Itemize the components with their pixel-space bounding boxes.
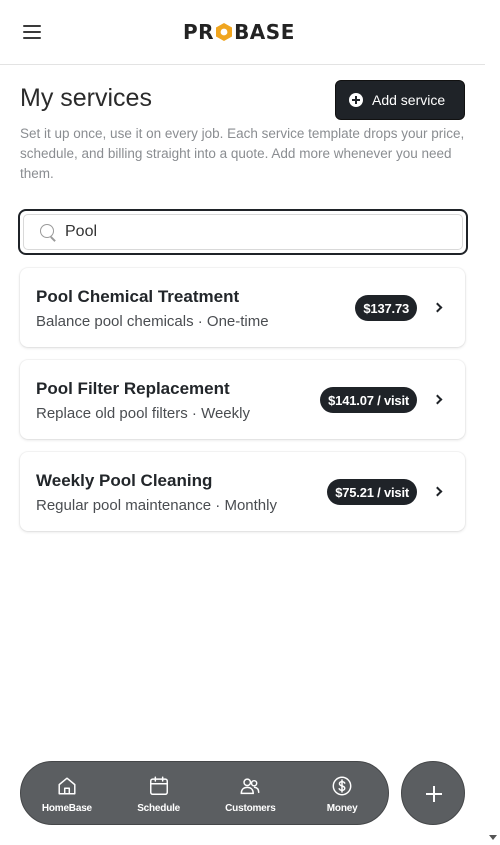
nav-label: HomeBase [41, 803, 92, 814]
add-fab-button[interactable] [401, 761, 465, 825]
service-description: Regular pool maintenance · Monthly [36, 497, 277, 514]
scrollbar[interactable] [485, 0, 500, 845]
home-icon [58, 777, 76, 795]
price-badge: $75.21 / visit [327, 479, 417, 505]
service-name: Weekly Pool Cleaning [36, 471, 213, 490]
service-card[interactable]: Weekly Pool Cleaning Regular pool mainte… [20, 452, 465, 531]
search-input[interactable] [65, 223, 445, 241]
service-name: Pool Filter Replacement [36, 379, 230, 398]
service-name: Pool Chemical Treatment [36, 287, 240, 306]
nav-item-money[interactable]: Money [296, 762, 388, 824]
nav-label: Customers [225, 803, 276, 814]
price-badge: $137.73 [355, 295, 417, 321]
price-badge: $141.07 / visit [320, 387, 417, 413]
add-service-button[interactable]: Add service [335, 80, 465, 120]
dollar-icon [332, 776, 352, 796]
intro-text: Set it up once, use it on every job. Eac… [20, 126, 465, 181]
logo-text-right: BASE [234, 20, 295, 44]
service-card[interactable]: Pool Chemical Treatment Balance pool che… [20, 268, 465, 347]
nav-label: Money [326, 803, 358, 814]
chevron-right-icon [432, 486, 443, 497]
search-box [18, 209, 468, 255]
users-icon [240, 778, 260, 795]
calendar-icon [149, 776, 168, 795]
chevron-right-icon [432, 394, 443, 405]
search-field [23, 214, 463, 250]
service-card[interactable]: Pool Filter Replacement Replace old pool… [20, 360, 465, 439]
logo-text-left: PR [183, 20, 215, 44]
nav-item-customers[interactable]: Customers [205, 762, 297, 824]
nav-item-schedule[interactable]: Schedule [113, 762, 205, 824]
app: PR BASE My services Add service Set it u… [0, 0, 485, 845]
add-service-label: Add service [372, 92, 446, 108]
service-description: Balance pool chemicals · One-time [36, 313, 269, 330]
bottom-nav: HomeBase Schedule Customers Money [20, 761, 389, 825]
plus-circle-icon [349, 93, 363, 107]
probase-logo[interactable]: PR BASE [183, 19, 295, 45]
service-description: Replace old pool filters · Weekly [36, 405, 250, 422]
nav-item-homebase[interactable]: HomeBase [21, 762, 113, 824]
chevron-right-icon [432, 302, 443, 313]
search-icon [39, 223, 57, 241]
menu-icon[interactable] [20, 20, 44, 44]
top-bar: PR BASE [0, 0, 485, 65]
scroll-down-arrow-icon[interactable] [489, 835, 497, 840]
logo-hex-icon [215, 22, 233, 42]
nav-label: Schedule [137, 803, 181, 814]
page-title: My services [20, 84, 152, 112]
